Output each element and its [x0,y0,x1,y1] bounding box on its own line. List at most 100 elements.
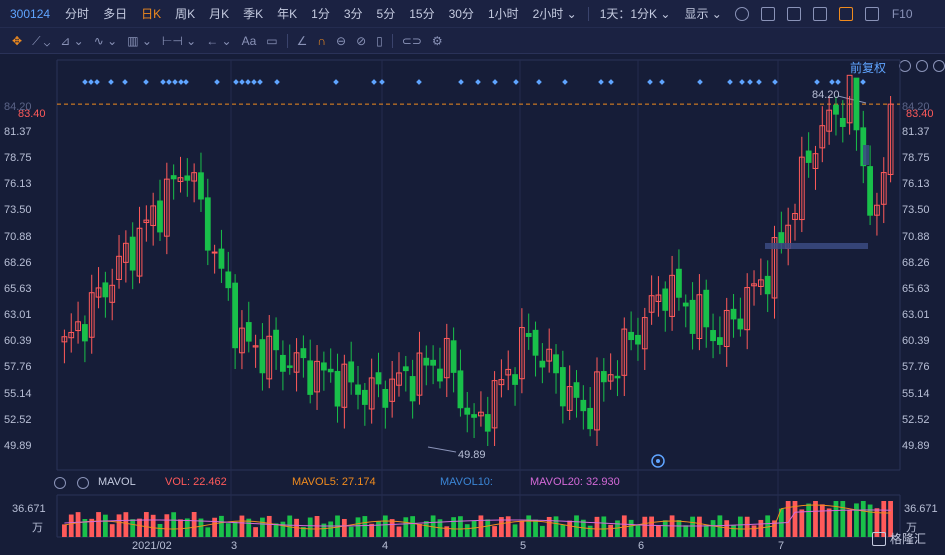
candle-body [737,318,744,330]
candle-body [833,104,839,115]
volume-bar [96,512,101,537]
volume-bar [191,512,197,537]
volume-bar [621,515,627,537]
candle-body [628,331,635,341]
volume-bar [205,527,211,537]
mavol-name[interactable]: MAVOL [98,476,136,488]
event-marker [257,79,263,85]
candle-body [307,360,314,395]
volume-unit: 万 [32,522,43,534]
volume-bar [102,514,108,537]
event-marker [108,79,114,85]
volume-bar [806,503,812,537]
volume-bar [662,520,668,537]
candle-body [382,388,389,408]
candle-body [662,288,669,311]
candlestick-chart[interactable] [0,0,945,555]
candle-body [355,384,361,395]
logo-text: 格隆汇 [890,532,927,546]
candle-body [300,348,307,359]
price-tick-label: 55.14 [4,387,32,400]
volume-bar [341,518,347,537]
price-tick-label: 68.26 [4,256,32,269]
indicator-settings-icon[interactable] [54,477,66,489]
event-marker [143,79,149,85]
volume-bar [382,515,388,537]
volume-bar [280,521,286,537]
date-tick-label: 5 [520,540,527,552]
volume-bar [485,519,491,537]
event-marker [251,79,257,85]
candle-body [361,389,368,405]
event-marker [183,79,189,85]
price-tick-label: 52.52 [4,413,32,426]
volume-bar [314,516,320,537]
volume-bar [492,526,497,537]
price-tick-label: 68.26 [902,256,930,269]
volume-bar [560,524,566,537]
candle-body [682,302,689,307]
price-tick-label: 70.88 [902,230,930,243]
volume-bar [840,501,846,537]
event-marker [88,79,94,85]
volume-bar [348,526,354,537]
volume-bar [451,517,456,537]
candle-body [525,333,532,337]
volume-bar [212,517,218,537]
volume-bar [512,524,518,537]
volume-bar [587,525,593,537]
event-marker [536,79,542,85]
date-tick-label: 2021/02 [132,540,172,552]
candle-body [170,175,177,180]
volume-bar [464,524,470,537]
volume-bar [656,525,661,537]
volume-bar [171,512,177,537]
event-marker [829,79,835,85]
volume-bar [75,512,81,537]
mavol20-value: MAVOL20: 32.930 [530,476,620,488]
volume-bar [546,516,552,537]
candle-body [559,367,566,407]
candle-body [273,329,279,351]
candle-body [539,360,546,368]
event-marker [233,79,239,85]
volume-bar [710,520,716,537]
volume-bar [683,525,689,537]
candle-body [280,354,286,372]
candle-body [430,359,437,366]
volume-bar [225,523,231,537]
volume-bar [410,516,416,537]
indicator-close-icon[interactable] [77,477,89,489]
event-marker [160,79,166,85]
price-tick-label: 57.76 [4,361,32,374]
volume-bar [813,501,818,537]
volume-bar [273,523,279,537]
volume-bar [253,527,258,537]
volume-bar [137,518,142,537]
candle-body [716,337,723,345]
volume-bar [608,524,614,537]
volume-bar [164,514,170,537]
volume-bar [239,515,245,537]
event-marker [94,79,100,85]
volume-bar [676,520,682,537]
volume-bar [526,515,532,537]
event-marker [697,79,703,85]
volume-bar [567,520,573,537]
volume-bar [68,514,74,537]
volume-bar [109,524,115,537]
event-marker [513,79,519,85]
event-marker [333,79,339,85]
partial-top-label-right: 84.20 [902,101,930,113]
volume-bar [690,516,695,537]
event-marker [659,79,665,85]
candle-body [82,324,88,342]
event-marker [772,79,778,85]
candle-body [778,232,785,244]
price-tick-label: 65.63 [902,282,930,295]
volume-bar [471,520,477,537]
volume-bar [642,516,648,537]
volume-bar [505,516,511,537]
support-zone [765,243,868,249]
candle-body [464,407,471,415]
